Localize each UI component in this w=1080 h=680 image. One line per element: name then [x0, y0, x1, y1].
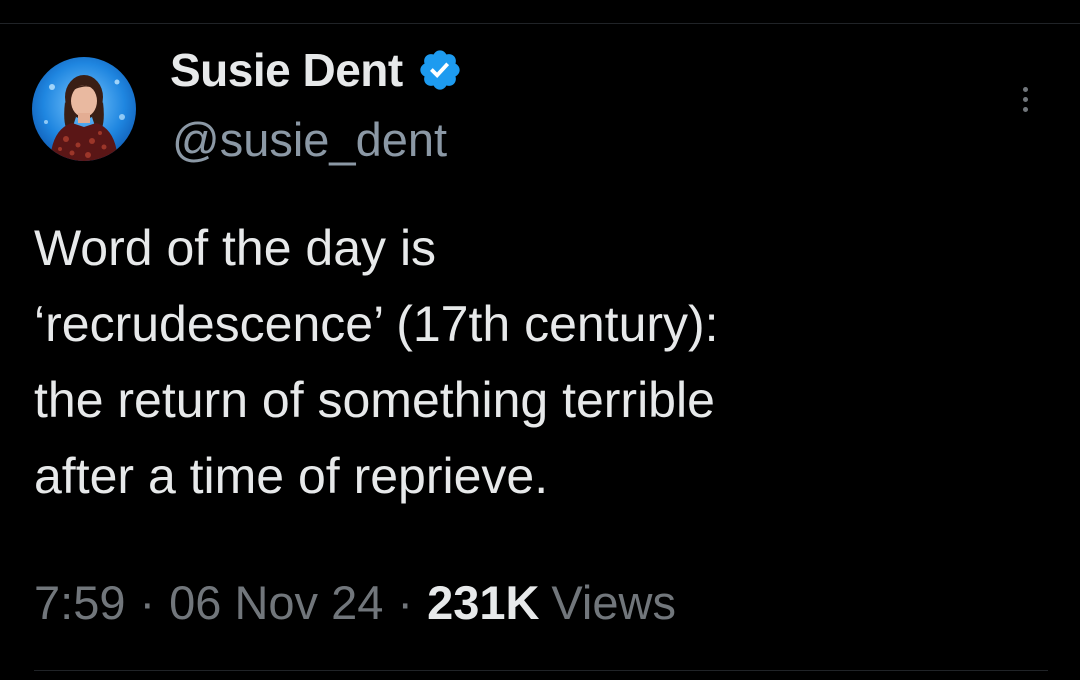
tweet-time[interactable]: 7:59 [34, 575, 125, 630]
verified-badge-icon[interactable] [417, 47, 463, 93]
author-handle[interactable]: @susie_dent [172, 112, 447, 167]
bottom-divider [34, 670, 1048, 671]
more-options-icon[interactable] [1010, 78, 1040, 120]
tweet-date[interactable]: 06 Nov 24 [169, 575, 383, 630]
tweet-text-line: ‘recrudescence’ (17th century): [34, 296, 719, 352]
more-dot [1022, 106, 1028, 112]
meta-separator: · [139, 576, 156, 629]
tweet-text: Word of the day is ‘recrudescence’ (17th… [34, 210, 1044, 514]
views-label[interactable]: Views [551, 575, 676, 630]
tweet-text-line: after a time of reprieve. [34, 448, 549, 504]
views-count[interactable]: 231K [427, 575, 539, 630]
tweet-text-line: Word of the day is [34, 220, 437, 276]
tweet-metadata: 7:59 · 06 Nov 24 · 231K Views [34, 575, 676, 630]
author-display-name[interactable]: Susie Dent [170, 43, 403, 97]
more-dot [1022, 86, 1028, 92]
tweet-text-line: the return of something terrible [34, 372, 715, 428]
more-dot [1022, 96, 1028, 102]
author-name-row: Susie Dent [170, 40, 463, 100]
avatar[interactable] [32, 57, 136, 161]
avatar-photo [32, 57, 136, 161]
top-divider [0, 23, 1080, 24]
meta-separator: · [397, 576, 414, 629]
